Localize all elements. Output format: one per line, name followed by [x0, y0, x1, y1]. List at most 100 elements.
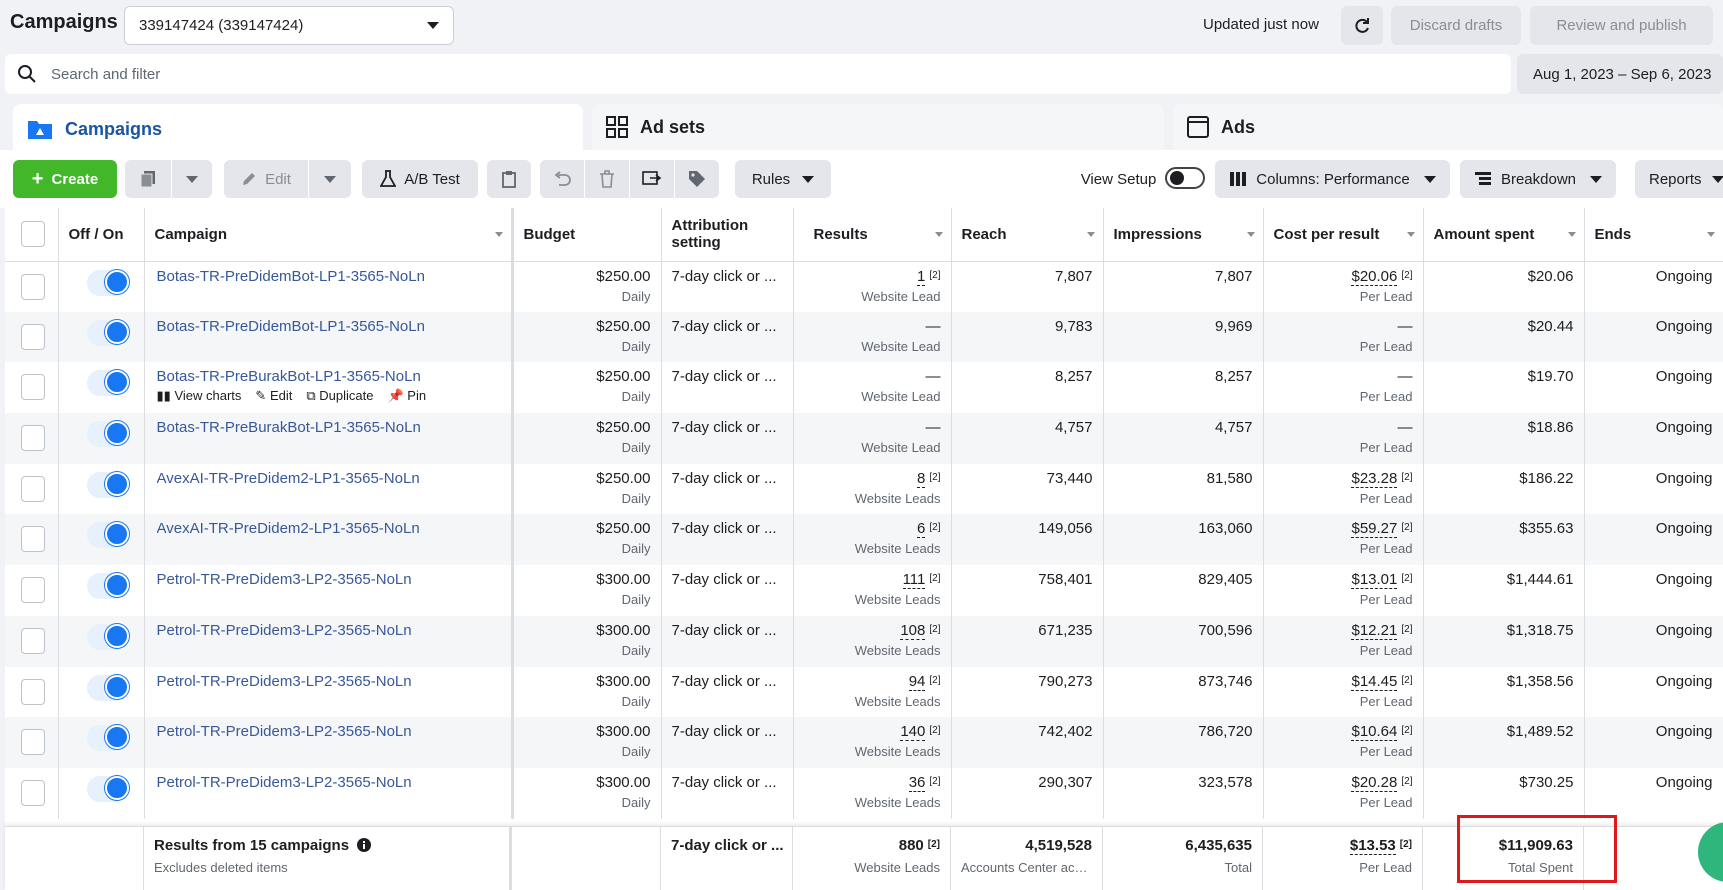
campaign-name-link[interactable]: Petrol-TR-PreDidem3-LP2-3565-NoLn	[157, 571, 501, 588]
campaign-name-link[interactable]: Botas-TR-PreBurakBot-LP1-3565-NoLn	[157, 419, 501, 436]
pin-link[interactable]: 📌 Pin	[387, 388, 426, 404]
view-charts-link[interactable]: ▮▮ View charts	[157, 388, 242, 404]
col-budget[interactable]: Budget	[512, 208, 662, 262]
campaign-name-link[interactable]: Petrol-TR-PreDidem3-LP2-3565-NoLn	[157, 673, 501, 690]
budget-cell[interactable]: $300.00 Daily	[512, 615, 662, 667]
results-value[interactable]: 94	[908, 672, 926, 691]
campaign-toggle[interactable]	[86, 370, 129, 397]
cpr-value[interactable]: $14.45	[1351, 672, 1398, 691]
results-value[interactable]: 6	[917, 520, 926, 539]
clipboard-button[interactable]	[487, 160, 531, 198]
row-checkbox[interactable]	[21, 526, 45, 553]
campaign-name-link[interactable]: AvexAI-TR-PreDidem2-LP1-3565-NoLn	[157, 470, 501, 487]
edit-button[interactable]: Edit	[224, 160, 308, 198]
info-icon[interactable]	[357, 838, 372, 852]
account-selector[interactable]: 339147424 (339147424)	[124, 6, 454, 45]
search-input[interactable]: Search and filter	[5, 54, 1511, 94]
ab-test-button[interactable]: A/B Test	[362, 160, 478, 198]
campaign-toggle[interactable]	[86, 522, 129, 549]
breakdown-button[interactable]: Breakdown	[1460, 160, 1616, 198]
col-cost-per-result[interactable]: Cost per result	[1263, 208, 1424, 262]
tab-campaigns[interactable]: Campaigns	[13, 104, 583, 154]
campaign-name-link[interactable]: Petrol-TR-PreDidem3-LP2-3565-NoLn	[157, 723, 501, 740]
duplicate-dropdown[interactable]	[172, 160, 212, 198]
campaign-name-link[interactable]: AvexAI-TR-PreDidem2-LP1-3565-NoLn	[157, 520, 501, 537]
cpr-value[interactable]: $59.27	[1351, 520, 1398, 539]
date-range-picker[interactable]: Aug 1, 2023 – Sep 6, 2023	[1517, 54, 1723, 94]
rules-button[interactable]: Rules	[735, 160, 831, 198]
results-value[interactable]: 1	[917, 267, 926, 286]
campaign-name-link[interactable]: Petrol-TR-PreDidem3-LP2-3565-NoLn	[157, 774, 501, 791]
columns-button[interactable]: Columns: Performance	[1215, 160, 1450, 198]
col-impressions[interactable]: Impressions	[1103, 208, 1264, 262]
table-row[interactable]: Botas-TR-PreDidemBot-LP1-3565-NoLn $250.…	[5, 261, 1723, 312]
cpr-value[interactable]: $20.06	[1351, 267, 1398, 286]
table-row[interactable]: Petrol-TR-PreDidem3-LP2-3565-NoLn $300.0…	[5, 666, 1723, 718]
campaign-toggle[interactable]	[86, 269, 129, 296]
results-value[interactable]: 140	[900, 723, 926, 742]
col-ends[interactable]: Ends	[1584, 208, 1723, 262]
select-all-checkbox[interactable]	[21, 221, 45, 248]
tag-button[interactable]	[675, 160, 719, 198]
budget-cell[interactable]: $250.00 Daily	[512, 514, 662, 566]
tab-ad-sets[interactable]: Ad sets	[592, 104, 1164, 150]
results-value[interactable]: 36	[908, 773, 926, 792]
row-checkbox[interactable]	[21, 273, 45, 300]
row-checkbox[interactable]	[21, 779, 45, 806]
budget-cell[interactable]: $300.00 Daily	[512, 565, 662, 616]
edit-dropdown[interactable]	[309, 160, 351, 198]
table-row[interactable]: Botas-TR-PreBurakBot-LP1-3565-NoLn $250.…	[5, 413, 1723, 464]
campaign-name-link[interactable]: Petrol-TR-PreDidem3-LP2-3565-NoLn	[157, 622, 501, 639]
campaign-name-link[interactable]: Botas-TR-PreDidemBot-LP1-3565-NoLn	[157, 268, 501, 285]
duplicate-button[interactable]	[125, 160, 171, 198]
row-checkbox[interactable]	[21, 374, 45, 401]
table-row[interactable]: AvexAI-TR-PreDidem2-LP1-3565-NoLn $250.0…	[5, 463, 1723, 515]
cpr-value[interactable]: $12.21	[1351, 621, 1398, 640]
campaign-toggle[interactable]	[86, 623, 129, 650]
campaign-toggle[interactable]	[86, 725, 129, 752]
delete-button[interactable]	[585, 160, 629, 198]
campaign-toggle[interactable]	[86, 775, 129, 802]
budget-cell[interactable]: $250.00 Daily	[512, 463, 662, 515]
table-row[interactable]: Botas-TR-PreDidemBot-LP1-3565-NoLn $250.…	[5, 311, 1723, 363]
campaign-toggle[interactable]	[86, 674, 129, 701]
refresh-button[interactable]	[1341, 6, 1383, 45]
col-campaign[interactable]: Campaign	[144, 208, 514, 262]
budget-cell[interactable]: $300.00 Daily	[512, 717, 662, 768]
col-reach[interactable]: Reach	[951, 208, 1104, 262]
cpr-value[interactable]: $20.28	[1351, 773, 1398, 792]
table-row[interactable]: AvexAI-TR-PreDidem2-LP1-3565-NoLn $250.0…	[5, 514, 1723, 566]
row-checkbox[interactable]	[21, 475, 45, 502]
undo-button[interactable]	[540, 160, 584, 198]
row-checkbox[interactable]	[21, 729, 45, 756]
discard-drafts-button[interactable]: Discard drafts	[1391, 6, 1521, 45]
edit-link[interactable]: ✎ Edit	[255, 388, 292, 404]
create-button[interactable]: + Create	[13, 160, 117, 198]
col-attribution[interactable]: Attribution setting	[661, 208, 794, 262]
results-value[interactable]: 111	[902, 571, 926, 590]
budget-cell[interactable]: $250.00 Daily	[512, 311, 662, 363]
view-setup-toggle[interactable]	[1165, 167, 1205, 189]
duplicate-link[interactable]: ⧉ Duplicate	[306, 388, 373, 404]
reports-button[interactable]: Reports	[1635, 160, 1723, 198]
tab-ads[interactable]: Ads	[1173, 104, 1723, 150]
campaign-toggle[interactable]	[86, 471, 129, 498]
budget-cell[interactable]: $250.00 Daily	[512, 413, 662, 464]
col-results[interactable]: Results	[793, 208, 952, 262]
export-button[interactable]	[630, 160, 674, 198]
budget-cell[interactable]: $300.00 Daily	[512, 666, 662, 718]
table-row[interactable]: Petrol-TR-PreDidem3-LP2-3565-NoLn $300.0…	[5, 615, 1723, 667]
table-row[interactable]: Petrol-TR-PreDidem3-LP2-3565-NoLn $300.0…	[5, 767, 1723, 819]
review-publish-button[interactable]: Review and publish	[1530, 6, 1713, 45]
table-row[interactable]: Petrol-TR-PreDidem3-LP2-3565-NoLn $300.0…	[5, 565, 1723, 616]
campaign-toggle[interactable]	[86, 573, 129, 600]
row-checkbox[interactable]	[21, 425, 45, 452]
row-checkbox[interactable]	[21, 577, 45, 604]
row-checkbox[interactable]	[21, 678, 45, 705]
campaign-toggle[interactable]	[86, 421, 129, 448]
budget-cell[interactable]: $250.00 Daily	[512, 261, 662, 312]
budget-cell[interactable]: $250.00 Daily	[512, 362, 662, 414]
budget-cell[interactable]: $300.00 Daily	[512, 767, 662, 819]
row-checkbox[interactable]	[21, 323, 45, 350]
cpr-value[interactable]: $13.01	[1351, 571, 1398, 590]
